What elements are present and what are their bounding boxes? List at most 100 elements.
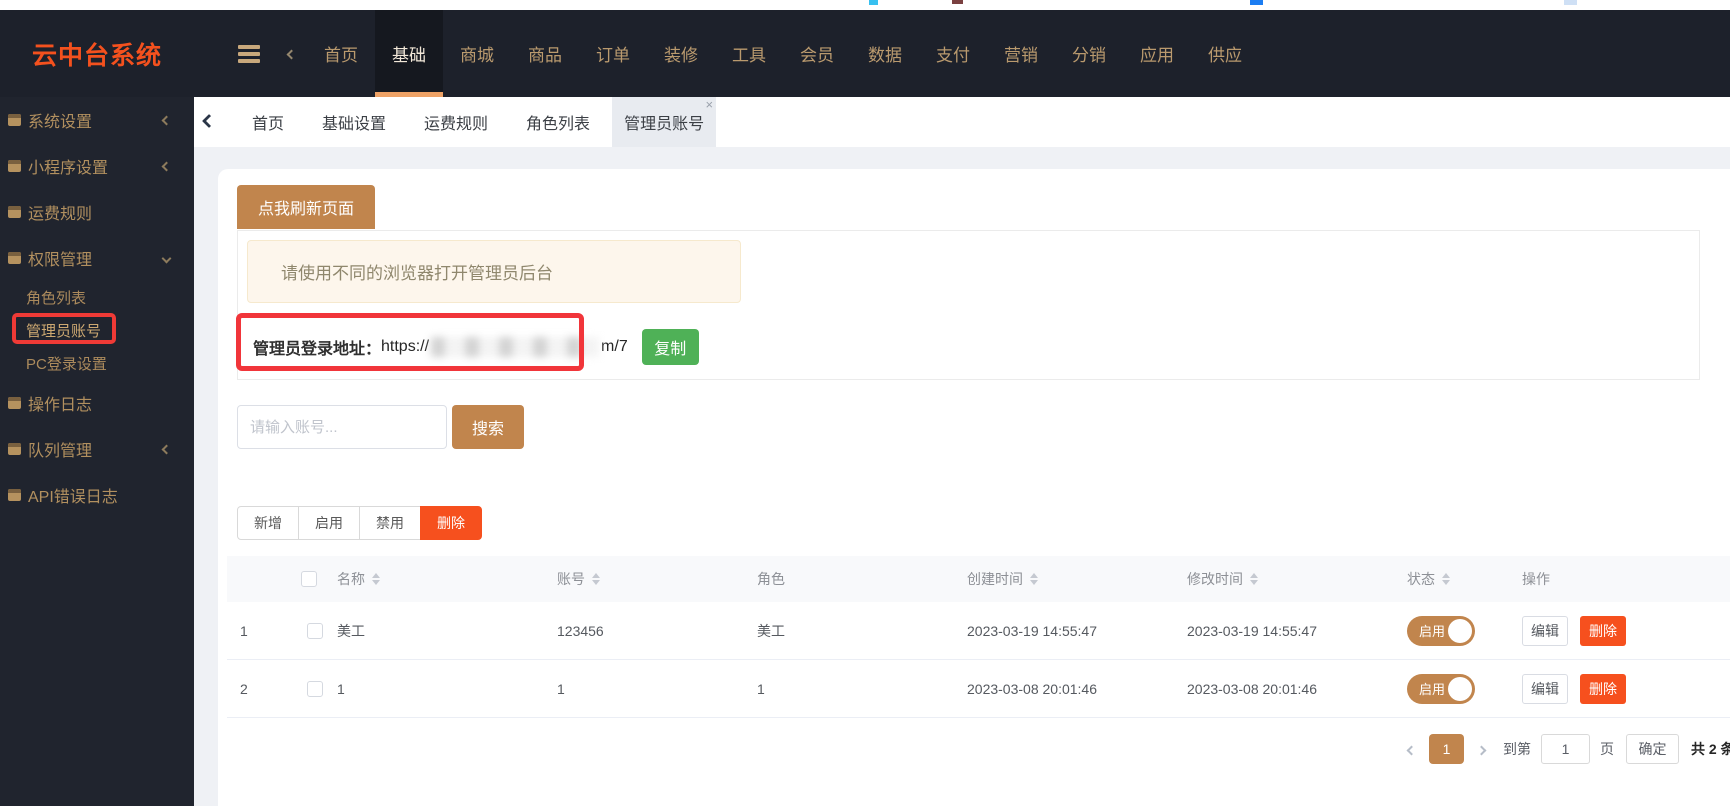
nav-item-supply[interactable]: 供应 (1191, 10, 1259, 97)
prev-page-icon[interactable] (1406, 741, 1417, 757)
chevron-left-icon (161, 157, 172, 175)
browser-artifact (869, 0, 878, 5)
sidebar-item-miniprogram-settings[interactable]: 小程序设置 (0, 143, 194, 189)
header-account[interactable]: 账号 (551, 569, 751, 589)
edit-button[interactable]: 编辑 (1522, 615, 1568, 646)
sidebar-item-pc-login-settings[interactable]: PC登录设置 (0, 347, 194, 380)
select-all-checkbox[interactable] (301, 571, 317, 587)
browser-warning-notice: 请使用不同的浏览器打开管理员后台 (247, 240, 741, 303)
top-nav: 首页 基础 商城 商品 订单 装修 工具 会员 数据 支付 营销 分销 应用 供… (307, 10, 1259, 97)
sort-icon[interactable] (1250, 573, 1258, 585)
sort-icon[interactable] (372, 573, 380, 585)
sidebar-item-label: 操作日志 (28, 397, 93, 414)
tab-home[interactable]: 首页 (252, 97, 284, 147)
page-number-button[interactable]: 1 (1429, 734, 1464, 764)
nav-item-orders[interactable]: 订单 (579, 10, 647, 97)
table-row: 2 1 1 1 2023-03-08 20:01:46 2023-03-08 2… (227, 660, 1730, 718)
row-checkbox[interactable] (307, 622, 323, 639)
enable-button[interactable]: 启用 (298, 506, 360, 540)
header-label: 账号 (557, 571, 585, 587)
next-page-icon[interactable] (1476, 741, 1487, 757)
sidebar-item-permission-management[interactable]: 权限管理 (0, 235, 194, 281)
search-input[interactable] (237, 405, 447, 449)
archive-box-icon (8, 443, 21, 455)
nav-item-marketing[interactable]: 营销 (987, 10, 1055, 97)
close-icon[interactable]: × (705, 98, 713, 111)
header-actions: 操作 (1516, 569, 1730, 589)
cell-account: 123456 (557, 622, 604, 639)
tab-basic-settings[interactable]: 基础设置 (322, 97, 386, 147)
row-delete-button[interactable]: 删除 (1580, 615, 1626, 646)
search-row: 搜索 (237, 405, 524, 449)
status-toggle[interactable]: 启用 (1407, 615, 1475, 646)
collapse-back-icon[interactable] (286, 45, 297, 63)
goto-page-input[interactable] (1541, 734, 1590, 764)
archive-box-icon (8, 397, 21, 409)
admin-login-url-row: 管理员登录地址： https:// m/7 复制 (253, 325, 699, 369)
nav-item-goods[interactable]: 商品 (511, 10, 579, 97)
sort-icon[interactable] (1442, 573, 1450, 585)
tab-role-list[interactable]: 角色列表 (526, 97, 590, 147)
copy-button[interactable]: 复制 (641, 329, 699, 365)
header-role: 角色 (751, 569, 961, 589)
cell-modified: 2023-03-19 14:55:47 (1187, 622, 1317, 639)
url-suffix: m/7 (601, 338, 628, 355)
sort-icon[interactable] (1030, 573, 1038, 585)
sidebar-item-admin-accounts[interactable]: 管理员账号 (0, 314, 194, 347)
cell-account: 1 (557, 680, 565, 697)
archive-box-icon (8, 206, 21, 218)
content-card: 点我刷新页面 请使用不同的浏览器打开管理员后台 管理员登录地址： https:/… (218, 169, 1730, 806)
nav-item-data[interactable]: 数据 (851, 10, 919, 97)
cell-created: 2023-03-19 14:55:47 (967, 622, 1097, 639)
header-label: 修改时间 (1187, 571, 1243, 587)
content-area: 点我刷新页面 请使用不同的浏览器打开管理员后台 管理员登录地址： https:/… (194, 147, 1730, 806)
nav-item-tools[interactable]: 工具 (715, 10, 783, 97)
edit-button[interactable]: 编辑 (1522, 673, 1568, 704)
app-header: 云中台系统 首页 基础 商城 商品 订单 装修 工具 会员 数据 支付 营销 分… (0, 10, 1730, 97)
nav-item-mall[interactable]: 商城 (443, 10, 511, 97)
add-button[interactable]: 新增 (237, 506, 299, 540)
accounts-table: 名称 账号 角色 创建时间 修改时间 状态 操作 1 美工 123456 美工 … (227, 556, 1730, 718)
delete-button[interactable]: 删除 (420, 506, 482, 540)
browser-artifact (1564, 0, 1577, 5)
nav-item-payment[interactable]: 支付 (919, 10, 987, 97)
sidebar-item-role-list[interactable]: 角色列表 (0, 281, 194, 314)
sidebar-item-queue-management[interactable]: 队列管理 (0, 426, 194, 472)
nav-item-basic[interactable]: 基础 (375, 10, 443, 97)
sidebar-item-label: 队列管理 (28, 443, 93, 460)
sidebar-item-operation-log[interactable]: 操作日志 (0, 380, 194, 426)
nav-item-members[interactable]: 会员 (783, 10, 851, 97)
search-button[interactable]: 搜索 (452, 405, 524, 449)
refresh-page-button[interactable]: 点我刷新页面 (237, 185, 376, 229)
sidebar-item-shipping-rules[interactable]: 运费规则 (0, 189, 194, 235)
header-status[interactable]: 状态 (1401, 569, 1516, 589)
header-created[interactable]: 创建时间 (961, 569, 1181, 589)
hamburger-menu-icon[interactable] (238, 44, 260, 63)
table-header-row: 名称 账号 角色 创建时间 修改时间 状态 操作 (227, 556, 1730, 602)
sidebar-item-system-settings[interactable]: 系统设置 (0, 97, 194, 143)
page-unit-label: 页 (1600, 741, 1614, 757)
nav-item-home[interactable]: 首页 (307, 10, 375, 97)
redacted-url-blur (431, 337, 600, 357)
row-checkbox[interactable] (307, 680, 323, 697)
tab-admin-accounts[interactable]: 管理员账号 × (612, 97, 717, 147)
header-name[interactable]: 名称 (331, 569, 551, 589)
chevron-left-icon (161, 440, 172, 458)
nav-item-distribution[interactable]: 分销 (1055, 10, 1123, 97)
row-delete-button[interactable]: 删除 (1580, 673, 1626, 704)
nav-item-decorate[interactable]: 装修 (647, 10, 715, 97)
admin-login-url-label: 管理员登录地址： (253, 341, 382, 358)
confirm-button[interactable]: 确定 (1626, 734, 1679, 764)
tab-shipping-rules[interactable]: 运费规则 (424, 97, 488, 147)
total-count-label: 共 2 条 (1691, 741, 1730, 757)
tabs-scroll-left-icon[interactable] (201, 113, 217, 131)
row-index: 2 (240, 680, 248, 697)
header-modified[interactable]: 修改时间 (1181, 569, 1401, 589)
browser-artifact (952, 0, 963, 4)
sidebar-item-api-error-log[interactable]: API错误日志 (0, 472, 194, 518)
disable-button[interactable]: 禁用 (359, 506, 421, 540)
status-toggle[interactable]: 启用 (1407, 673, 1475, 704)
nav-item-apps[interactable]: 应用 (1123, 10, 1191, 97)
sort-icon[interactable] (592, 573, 600, 585)
table-toolbar: 新增 启用 禁用 删除 (237, 506, 482, 540)
